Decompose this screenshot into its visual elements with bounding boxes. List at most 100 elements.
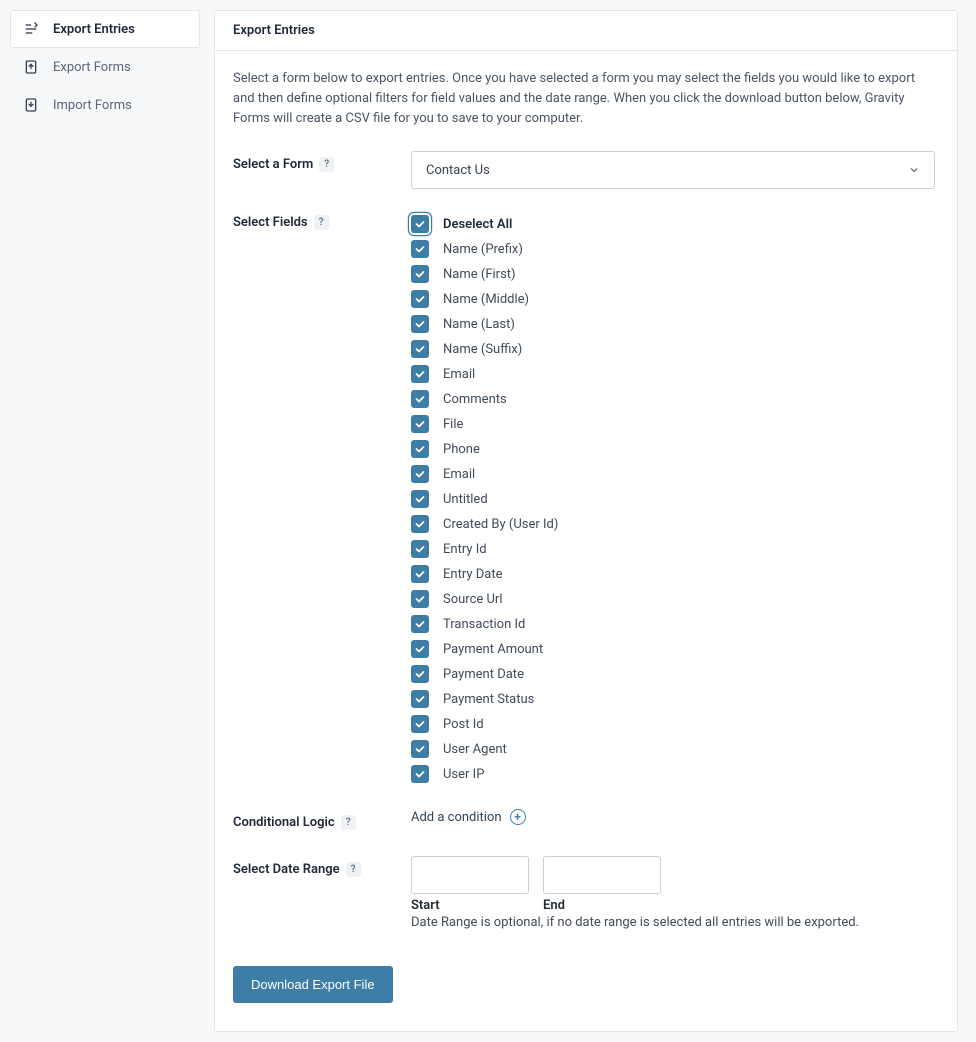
field-row: Email [411, 465, 935, 483]
field-checkbox[interactable] [411, 490, 429, 508]
field-checkbox[interactable] [411, 765, 429, 783]
field-label: Created By (User Id) [443, 517, 558, 532]
export-forms-icon [23, 59, 39, 75]
help-icon[interactable]: ? [346, 862, 361, 877]
field-checkbox[interactable] [411, 715, 429, 733]
help-icon[interactable]: ? [319, 157, 334, 172]
page-title: Export Entries [215, 11, 957, 51]
date-range-note: Date Range is optional, if no date range… [411, 915, 935, 930]
field-label: Payment Status [443, 692, 534, 707]
field-checkbox[interactable] [411, 290, 429, 308]
field-row: Transaction Id [411, 615, 935, 633]
field-checkbox[interactable] [411, 415, 429, 433]
download-button[interactable]: Download Export File [233, 966, 393, 1003]
sidebar-item-export-entries[interactable]: Export Entries [10, 10, 200, 48]
field-label: Entry Id [443, 542, 487, 557]
field-row: Entry Id [411, 540, 935, 558]
field-label: Phone [443, 442, 480, 457]
field-row: Name (Middle) [411, 290, 935, 308]
field-row: Phone [411, 440, 935, 458]
field-label: Email [443, 467, 475, 482]
field-label: Email [443, 367, 475, 382]
field-checkbox[interactable] [411, 340, 429, 358]
row-conditional-logic: Conditional Logic ? Add a condition + [233, 809, 935, 830]
field-checklist: Deselect All Name (Prefix) Name (First) Nam… [411, 215, 935, 783]
sidebar-item-import-forms[interactable]: Import Forms [10, 86, 200, 124]
field-row: Entry Date [411, 565, 935, 583]
field-checkbox[interactable] [411, 565, 429, 583]
field-row: Name (First) [411, 265, 935, 283]
field-label: User IP [443, 767, 484, 782]
main-card: Export Entries Select a form below to ex… [214, 10, 958, 1032]
field-checkbox[interactable] [411, 740, 429, 758]
field-label: Name (Last) [443, 317, 515, 332]
field-checkbox[interactable] [411, 640, 429, 658]
field-row: Source Url [411, 590, 935, 608]
field-checkbox[interactable] [411, 515, 429, 533]
select-all-row: Deselect All [411, 215, 935, 233]
label-select-fields: Select Fields [233, 215, 308, 230]
add-condition-label: Add a condition [411, 810, 502, 825]
label-conditional-logic: Conditional Logic [233, 815, 335, 830]
sidebar-item-export-forms[interactable]: Export Forms [10, 48, 200, 86]
help-icon[interactable]: ? [341, 815, 356, 830]
field-label: Post Id [443, 717, 484, 732]
field-checkbox[interactable] [411, 590, 429, 608]
sidebar-item-label: Export Forms [53, 60, 131, 75]
field-row: Email [411, 365, 935, 383]
label-select-form: Select a Form [233, 157, 313, 172]
import-forms-icon [23, 97, 39, 113]
field-label: Payment Amount [443, 642, 543, 657]
add-condition-button[interactable]: Add a condition + [411, 809, 526, 825]
row-date-range: Select Date Range ? Start End [233, 856, 935, 930]
field-label: Name (Middle) [443, 292, 529, 307]
field-label: Payment Date [443, 667, 524, 682]
field-checkbox[interactable] [411, 365, 429, 383]
field-label: User Agent [443, 742, 507, 757]
field-row: Payment Amount [411, 640, 935, 658]
field-label: Source Url [443, 592, 503, 607]
field-row: User IP [411, 765, 935, 783]
field-checkbox[interactable] [411, 315, 429, 333]
field-checkbox[interactable] [411, 540, 429, 558]
field-label: Transaction Id [443, 617, 525, 632]
chevron-down-icon [908, 164, 920, 176]
field-row: Name (Last) [411, 315, 935, 333]
field-label: Name (First) [443, 267, 516, 282]
select-all-label: Deselect All [443, 217, 512, 232]
field-row: Untitled [411, 490, 935, 508]
label-end: End [543, 898, 661, 913]
plus-icon: + [510, 809, 526, 825]
field-row: Payment Status [411, 690, 935, 708]
field-row: Name (Prefix) [411, 240, 935, 258]
date-end-input[interactable] [543, 856, 661, 894]
field-label: Name (Suffix) [443, 342, 522, 357]
help-icon[interactable]: ? [314, 215, 329, 230]
field-row: Comments [411, 390, 935, 408]
description-text: Select a form below to export entries. O… [233, 69, 935, 129]
field-checkbox[interactable] [411, 390, 429, 408]
field-row: Payment Date [411, 665, 935, 683]
date-start-input[interactable] [411, 856, 529, 894]
form-select-value: Contact Us [426, 163, 490, 178]
row-select-form: Select a Form ? Contact Us [233, 151, 935, 189]
field-row: Name (Suffix) [411, 340, 935, 358]
field-row: User Agent [411, 740, 935, 758]
field-checkbox[interactable] [411, 440, 429, 458]
field-checkbox[interactable] [411, 240, 429, 258]
field-row: File [411, 415, 935, 433]
field-label: File [443, 417, 463, 432]
export-entries-icon [23, 21, 39, 37]
field-checkbox[interactable] [411, 690, 429, 708]
field-checkbox[interactable] [411, 265, 429, 283]
select-all-checkbox[interactable] [411, 215, 429, 233]
field-checkbox[interactable] [411, 665, 429, 683]
field-label: Comments [443, 392, 507, 407]
label-start: Start [411, 898, 529, 913]
field-checkbox[interactable] [411, 465, 429, 483]
form-select[interactable]: Contact Us [411, 151, 935, 189]
field-checkbox[interactable] [411, 615, 429, 633]
sidebar-item-label: Import Forms [53, 98, 132, 113]
field-row: Created By (User Id) [411, 515, 935, 533]
field-label: Name (Prefix) [443, 242, 523, 257]
